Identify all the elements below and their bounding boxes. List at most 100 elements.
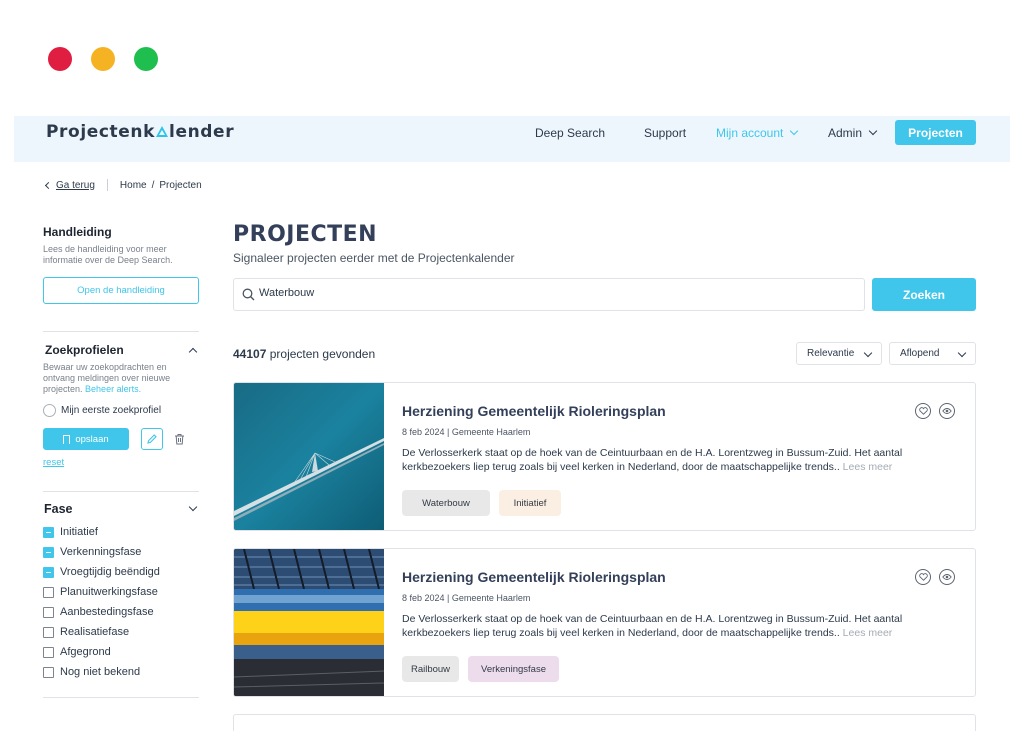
maximize-window-button[interactable]	[134, 47, 158, 71]
phase-option[interactable]: Realisatiefase	[43, 622, 199, 642]
phase-option-label: Vroegtijdig beëndigd	[60, 566, 160, 578]
chevron-down-icon	[863, 348, 873, 358]
profiles-title: Zoekprofielen	[45, 343, 124, 357]
project-card[interactable]: Herziening Gemeentelijk Rioleringsplan 8…	[233, 382, 976, 531]
logo-triangle-icon	[156, 126, 169, 137]
chevron-down-icon	[868, 126, 878, 136]
nav-admin[interactable]: Admin	[828, 126, 878, 140]
phase-option[interactable]: Planuitwerkingsfase	[43, 582, 199, 602]
card-body: Herziening Gemeentelijk Rioleringsplan 8…	[402, 569, 957, 682]
breadcrumb-divider	[106, 179, 108, 191]
tag[interactable]: Waterbouw	[402, 490, 490, 516]
read-more-link[interactable]: Lees meer	[843, 461, 893, 473]
tag[interactable]: Verkeningsfase	[468, 656, 559, 682]
breadcrumb: Ga terug Home / Projecten	[44, 179, 202, 191]
profiles-description: Bewaar uw zoekopdrachten en ontvang meld…	[43, 362, 171, 394]
phase-title: Fase	[44, 502, 73, 516]
nav-deep-search[interactable]: Deep Search	[535, 126, 605, 140]
profile-actions: opslaan	[43, 428, 199, 450]
results-toolbar: 44107 projecten gevonden Relevantie Aflo…	[233, 342, 976, 366]
favorite-button[interactable]	[915, 569, 931, 585]
open-manual-button[interactable]: Open de handleiding	[43, 277, 199, 304]
phase-checkbox[interactable]	[43, 646, 54, 658]
projects-button[interactable]: Projecten	[895, 120, 976, 145]
bookmark-icon	[63, 434, 71, 447]
nav-my-account[interactable]: Mijn account	[716, 126, 799, 140]
card-title[interactable]: Herziening Gemeentelijk Rioleringsplan	[402, 403, 957, 419]
profiles-header[interactable]: Zoekprofielen	[43, 343, 199, 357]
phase-option[interactable]: Nog niet bekend	[43, 662, 199, 682]
card-description-text: De Verlosserkerk staat op de hoek van de…	[402, 447, 903, 473]
phase-header[interactable]: Fase	[43, 502, 199, 516]
relevance-select[interactable]: Relevantie	[796, 342, 882, 365]
manual-description: Lees de handleiding voor meer informatie…	[43, 244, 173, 265]
breadcrumb-home[interactable]: Home	[120, 180, 147, 191]
favorite-button[interactable]	[915, 403, 931, 419]
chevron-down-icon	[188, 502, 198, 512]
phase-option[interactable]: Initiatief	[43, 522, 199, 542]
profile-option[interactable]: Mijn eerste zoekprofiel	[43, 404, 199, 417]
watch-button[interactable]	[939, 569, 955, 585]
project-card[interactable]: Herziening Gemeentelijk Rioleringsplan 8…	[233, 548, 976, 697]
card-actions	[907, 569, 955, 585]
card-meta: 8 feb 2024 | Gemeente Haarlem	[402, 593, 531, 603]
tag[interactable]: Railbouw	[402, 656, 459, 682]
phase-checkbox[interactable]	[43, 526, 54, 538]
delete-profile-button[interactable]	[174, 433, 185, 445]
phase-option[interactable]: Vroegtijdig beëndigd	[43, 562, 199, 582]
manual-title: Handleiding	[43, 225, 112, 239]
minimize-window-button[interactable]	[91, 47, 115, 71]
heart-icon	[918, 573, 928, 581]
card-actions	[907, 403, 955, 419]
phase-option-label: Initiatief	[60, 526, 98, 538]
back-link[interactable]: Ga terug	[56, 180, 95, 191]
pencil-icon	[147, 434, 157, 444]
main-content: PROJECTEN Signaleer projecten eerder met…	[233, 222, 976, 366]
manage-alerts-link[interactable]: Beheer alerts.	[85, 384, 141, 394]
phase-checkbox[interactable]	[43, 626, 54, 638]
result-count: 44107 projecten gevonden	[233, 347, 375, 361]
save-profile-button[interactable]: opslaan	[43, 428, 129, 450]
nav-support[interactable]: Support	[644, 126, 686, 140]
reset-link[interactable]: reset	[43, 457, 64, 468]
search-button[interactable]: Zoeken	[872, 278, 976, 311]
tag[interactable]: Initiatief	[499, 490, 561, 516]
card-description: De Verlosserkerk staat op de hoek van de…	[402, 612, 957, 640]
search-field[interactable]	[233, 278, 865, 311]
project-image	[234, 549, 384, 696]
trash-icon	[175, 434, 184, 445]
save-label: opslaan	[75, 433, 109, 445]
project-image	[234, 383, 384, 530]
relevance-value: Relevantie	[807, 348, 855, 359]
phase-checkbox[interactable]	[43, 546, 54, 558]
card-organization: Gemeente Haarlem	[451, 427, 531, 437]
phase-checkbox[interactable]	[43, 586, 54, 598]
phase-option[interactable]: Aanbestedingsfase	[43, 602, 199, 622]
close-window-button[interactable]	[48, 47, 72, 71]
phase-option[interactable]: Verkenningsfase	[43, 542, 199, 562]
phase-checkbox[interactable]	[43, 566, 54, 578]
phase-option-label: Afgegrond	[60, 646, 111, 658]
phase-checkbox[interactable]	[43, 606, 54, 618]
search-icon	[242, 288, 255, 301]
phase-option-label: Planuitwerkingsfase	[60, 586, 158, 598]
phase-option-label: Verkenningsfase	[60, 546, 142, 558]
phase-option[interactable]: Afgegrond	[43, 642, 199, 662]
breadcrumb-separator: /	[151, 179, 155, 191]
phase-option-label: Realisatiefase	[60, 626, 130, 638]
card-date: 8 feb 2024	[402, 593, 445, 603]
project-card[interactable]	[233, 714, 976, 731]
chevron-down-icon	[957, 348, 967, 358]
edit-profile-button[interactable]	[141, 428, 163, 450]
search-input[interactable]	[259, 287, 819, 299]
phase-checkbox[interactable]	[43, 666, 54, 678]
watch-button[interactable]	[939, 403, 955, 419]
profile-radio[interactable]	[43, 404, 56, 417]
read-more-link[interactable]: Lees meer	[843, 627, 893, 639]
sort-order-select[interactable]: Aflopend	[889, 342, 976, 365]
app-window: Projectenk lender Deep Search Support Mij…	[0, 0, 1024, 731]
card-tags: Railbouw Verkeningsfase	[402, 656, 957, 682]
card-title[interactable]: Herziening Gemeentelijk Rioleringsplan	[402, 569, 957, 585]
card-description-text: De Verlosserkerk staat op de hoek van de…	[402, 613, 903, 639]
logo[interactable]: Projectenk lender	[46, 122, 234, 142]
